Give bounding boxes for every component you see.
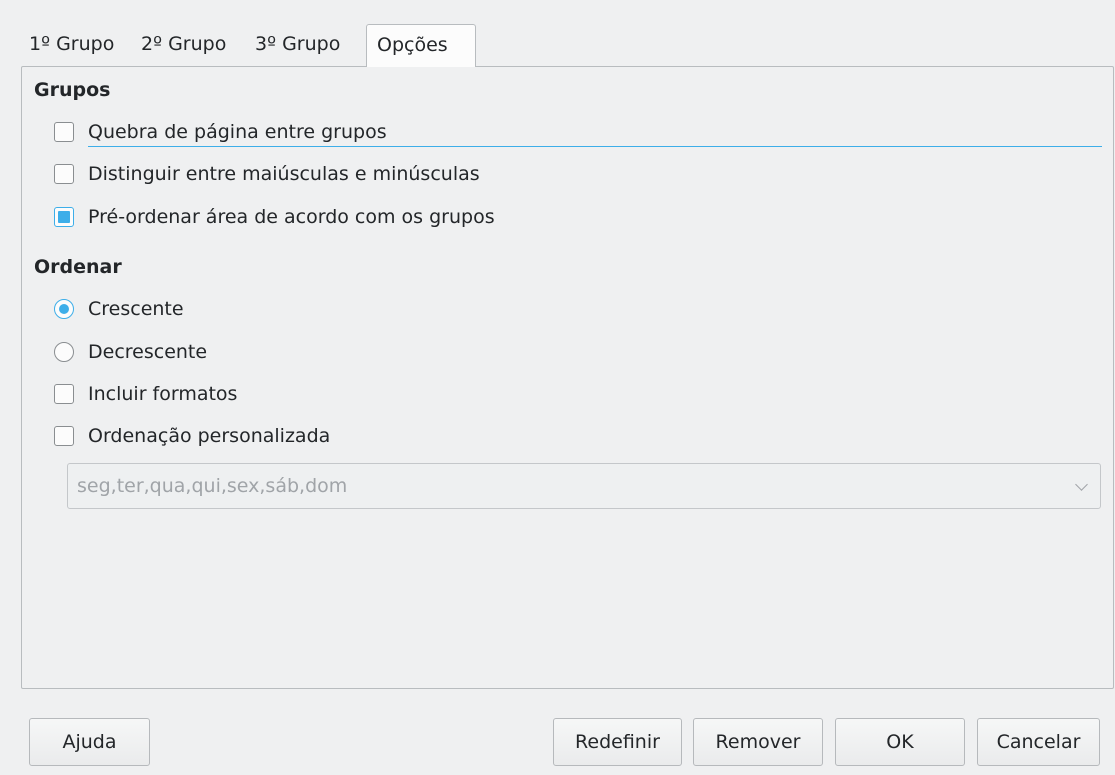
page-break-label: Quebra de página entre grupos bbox=[88, 121, 387, 143]
reset-button[interactable]: Redefinir bbox=[553, 718, 682, 766]
include-formats-checkbox-row[interactable]: Incluir formatos bbox=[54, 379, 454, 409]
pre-sort-label: Pré-ordenar área de acordo com os grupos bbox=[88, 206, 495, 228]
section-title-groups: Grupos bbox=[34, 79, 111, 101]
remove-button[interactable]: Remover bbox=[693, 718, 823, 766]
descending-radio[interactable] bbox=[54, 342, 74, 362]
case-sensitive-checkbox-row[interactable]: Distinguir entre maiúsculas e minúsculas bbox=[54, 159, 654, 189]
custom-order-select[interactable]: seg,ter,qua,qui,sex,sáb,dom bbox=[67, 463, 1101, 509]
tab-options[interactable]: Opções bbox=[366, 24, 476, 67]
help-button[interactable]: Ajuda bbox=[29, 718, 150, 766]
page-break-checkbox-row[interactable]: Quebra de página entre grupos bbox=[54, 117, 654, 147]
custom-order-checkbox[interactable] bbox=[54, 426, 74, 446]
case-sensitive-label: Distinguir entre maiúsculas e minúsculas bbox=[88, 163, 480, 185]
ascending-radio-row[interactable]: Crescente bbox=[54, 294, 454, 324]
tab-group-1[interactable]: 1º Grupo bbox=[22, 24, 134, 65]
case-sensitive-checkbox[interactable] bbox=[54, 164, 74, 184]
pre-sort-checkbox[interactable] bbox=[54, 207, 74, 227]
custom-order-select-value: seg,ter,qua,qui,sex,sáb,dom bbox=[77, 475, 348, 497]
descending-radio-row[interactable]: Decrescente bbox=[54, 337, 454, 367]
custom-order-label: Ordenação personalizada bbox=[88, 425, 331, 447]
tab-group-2[interactable]: 2º Grupo bbox=[134, 24, 248, 65]
focus-indicator bbox=[88, 146, 1102, 147]
tab-group-3[interactable]: 3º Grupo bbox=[248, 24, 362, 65]
ascending-radio[interactable] bbox=[54, 299, 74, 319]
chevron-down-icon bbox=[1075, 478, 1088, 491]
include-formats-label: Incluir formatos bbox=[88, 383, 238, 405]
ok-button[interactable]: OK bbox=[835, 718, 965, 766]
custom-order-checkbox-row[interactable]: Ordenação personalizada bbox=[54, 421, 554, 451]
page-break-checkbox[interactable] bbox=[54, 122, 74, 142]
ascending-label: Crescente bbox=[88, 298, 184, 320]
pre-sort-checkbox-row[interactable]: Pré-ordenar área de acordo com os grupos bbox=[54, 202, 654, 232]
include-formats-checkbox[interactable] bbox=[54, 384, 74, 404]
cancel-button[interactable]: Cancelar bbox=[977, 718, 1100, 766]
section-title-sort: Ordenar bbox=[34, 256, 122, 278]
descending-label: Decrescente bbox=[88, 341, 208, 363]
